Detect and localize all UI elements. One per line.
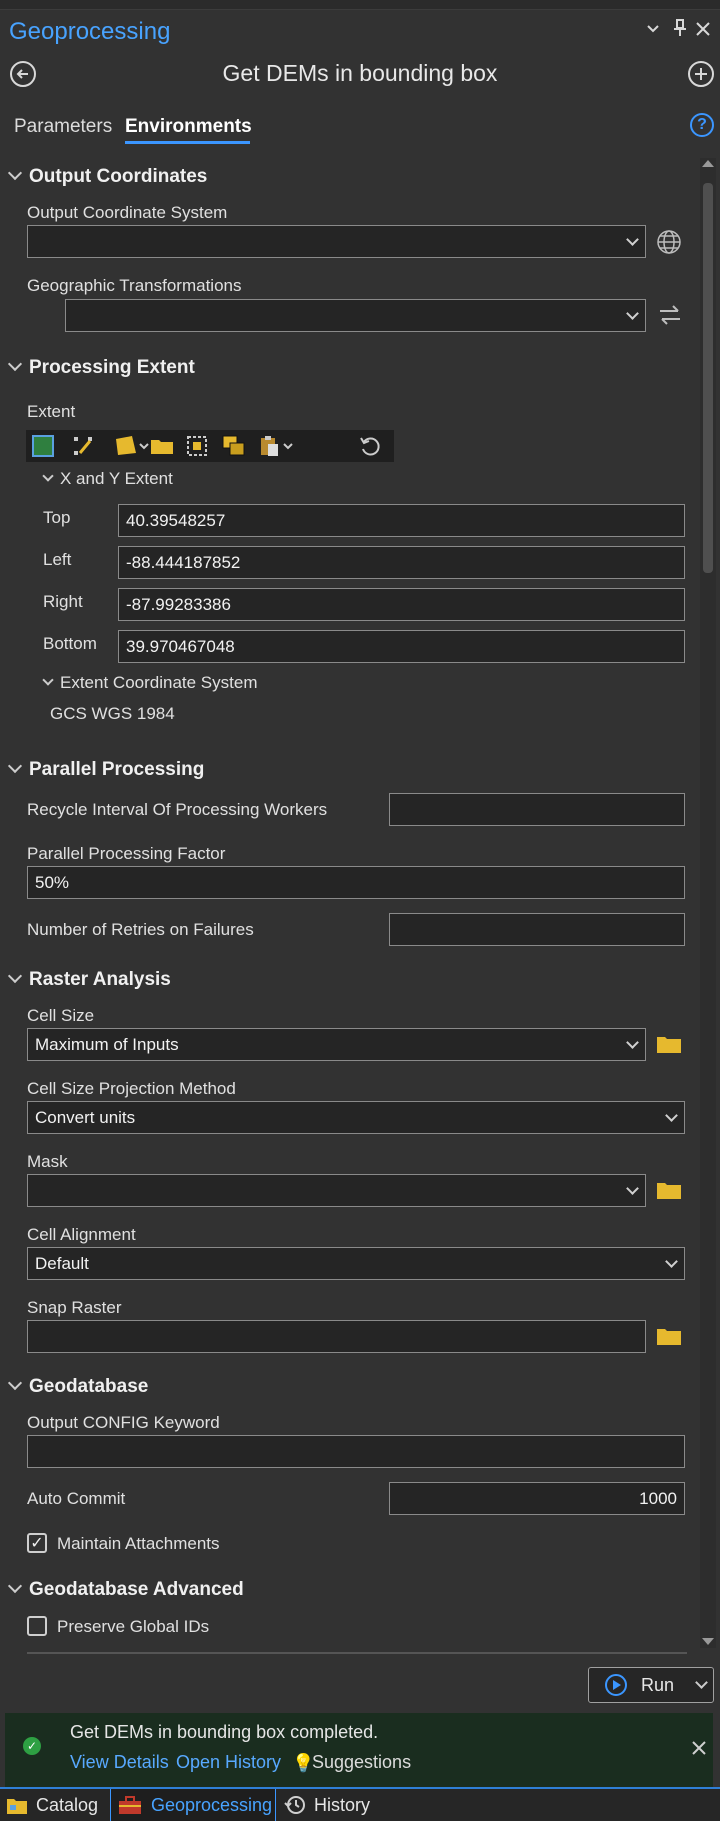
- cell-size-dropdown[interactable]: Maximum of Inputs: [27, 1028, 646, 1061]
- auto-commit-label: Auto Commit: [27, 1489, 126, 1508]
- layer-extent-icon[interactable]: [114, 435, 150, 457]
- close-icon[interactable]: [692, 1741, 706, 1760]
- run-button[interactable]: Run: [588, 1667, 714, 1703]
- output-coordinate-system-label: Output Coordinate System: [27, 203, 228, 222]
- geographic-transformations-label: Geographic Transformations: [27, 276, 242, 295]
- mask-dropdown[interactable]: [27, 1174, 646, 1207]
- clipped-row: [27, 1652, 687, 1660]
- section-geodatabase[interactable]: Geodatabase: [7, 1375, 148, 1398]
- auto-commit-input[interactable]: 1000: [389, 1482, 685, 1515]
- help-icon[interactable]: ?: [690, 113, 714, 137]
- snap-raster-input[interactable]: [27, 1320, 646, 1353]
- notification-banner: ✓ Get DEMs in bounding box completed. Vi…: [5, 1713, 713, 1791]
- tab-history[interactable]: History: [284, 1789, 404, 1821]
- cell-size-projection-dropdown[interactable]: Convert units: [27, 1101, 685, 1134]
- retries-label: Number of Retries on Failures: [27, 920, 254, 939]
- view-details-link[interactable]: View Details: [70, 1752, 169, 1773]
- suggestions-link[interactable]: Suggestions: [312, 1752, 411, 1773]
- history-icon: [284, 1794, 306, 1816]
- folder-icon[interactable]: [656, 1180, 682, 1205]
- cell-alignment-label: Cell Alignment: [27, 1225, 136, 1244]
- scrollbar-thumb[interactable]: [703, 183, 713, 573]
- left-label: Left: [43, 550, 72, 569]
- catalog-icon: [6, 1795, 28, 1815]
- toolbox-icon: [117, 1795, 143, 1815]
- tool-title: Get DEMs in bounding box: [222, 60, 498, 86]
- run-dropdown-icon[interactable]: [695, 1676, 708, 1689]
- xy-extent-toggle[interactable]: X and Y Extent: [42, 469, 173, 489]
- add-icon[interactable]: [688, 61, 714, 87]
- folder-icon[interactable]: [150, 435, 173, 457]
- config-keyword-input[interactable]: [27, 1435, 685, 1468]
- swap-transformation-icon[interactable]: [658, 304, 682, 331]
- parallel-factor-input[interactable]: 50%: [27, 866, 685, 899]
- select-extent-icon[interactable]: [186, 435, 208, 457]
- map-extent-icon[interactable]: [32, 435, 54, 457]
- intersection-extent-icon[interactable]: [222, 435, 245, 457]
- folder-icon[interactable]: [656, 1326, 682, 1351]
- cell-size-projection-label: Cell Size Projection Method: [27, 1079, 236, 1098]
- preserve-global-ids-checkbox[interactable]: [27, 1616, 47, 1636]
- left-input[interactable]: -88.444187852: [118, 546, 685, 579]
- tab-geoprocessing[interactable]: Geoprocessing: [110, 1789, 276, 1821]
- right-label: Right: [43, 592, 83, 611]
- retries-input[interactable]: [389, 913, 685, 946]
- section-processing-extent[interactable]: Processing Extent: [7, 356, 195, 379]
- run-label: Run: [641, 1675, 675, 1695]
- pane-title: Geoprocessing: [9, 18, 171, 45]
- bottom-label: Bottom: [43, 634, 97, 653]
- snap-raster-label: Snap Raster: [27, 1298, 122, 1317]
- parallel-factor-label: Parallel Processing Factor: [27, 844, 226, 863]
- tab-parameters[interactable]: Parameters: [14, 116, 112, 138]
- success-icon: ✓: [23, 1737, 41, 1755]
- reset-extent-icon[interactable]: [359, 435, 381, 457]
- recycle-interval-input[interactable]: [389, 793, 685, 826]
- chevron-down-icon[interactable]: [645, 20, 661, 43]
- section-raster-analysis[interactable]: Raster Analysis: [7, 968, 171, 991]
- maintain-attachments-label: Maintain Attachments: [57, 1534, 220, 1553]
- globe-icon[interactable]: [656, 229, 682, 260]
- open-history-link[interactable]: Open History: [176, 1752, 281, 1773]
- top-label: Top: [43, 508, 71, 527]
- preserve-global-ids-label: Preserve Global IDs: [57, 1617, 210, 1636]
- scroll-up-icon[interactable]: [702, 160, 714, 167]
- paste-extent-icon[interactable]: [258, 435, 298, 457]
- bottom-tab-bar: Catalog Geoprocessing History: [0, 1787, 720, 1821]
- right-input[interactable]: -87.99283386: [118, 588, 685, 621]
- extent-coordinate-system-value: GCS WGS 1984: [50, 704, 175, 723]
- extent-toolbar: [26, 430, 394, 462]
- output-coordinate-system-dropdown[interactable]: [27, 225, 646, 258]
- scroll-down-icon[interactable]: [702, 1638, 714, 1645]
- section-geodatabase-advanced[interactable]: Geodatabase Advanced: [7, 1578, 244, 1601]
- maintain-attachments-checkbox[interactable]: ✓: [27, 1533, 47, 1553]
- run-icon: [605, 1674, 627, 1696]
- active-tab-underline: [125, 141, 250, 144]
- section-output-coordinates[interactable]: Output Coordinates: [7, 165, 207, 188]
- extent-coordinate-system-toggle[interactable]: Extent Coordinate System: [42, 673, 257, 693]
- tab-environments[interactable]: Environments: [125, 116, 252, 138]
- folder-icon[interactable]: [656, 1034, 682, 1059]
- bottom-input[interactable]: 39.970467048: [118, 630, 685, 663]
- recycle-interval-label: Recycle Interval Of Processing Workers: [27, 800, 328, 819]
- mask-label: Mask: [27, 1152, 68, 1171]
- geographic-transformations-dropdown[interactable]: [65, 299, 646, 332]
- close-icon[interactable]: [695, 20, 711, 43]
- window-top-border: [0, 0, 720, 10]
- notification-message: Get DEMs in bounding box completed.: [70, 1722, 379, 1742]
- cell-alignment-dropdown[interactable]: Default: [27, 1247, 685, 1280]
- cell-size-label: Cell Size: [27, 1006, 95, 1025]
- extent-label: Extent: [27, 402, 76, 421]
- config-keyword-label: Output CONFIG Keyword: [27, 1413, 220, 1432]
- draw-extent-icon[interactable]: [72, 435, 94, 457]
- top-input[interactable]: 40.39548257: [118, 504, 685, 537]
- pin-icon[interactable]: [672, 19, 688, 43]
- tab-catalog[interactable]: Catalog: [0, 1789, 108, 1821]
- section-parallel-processing[interactable]: Parallel Processing: [7, 758, 204, 781]
